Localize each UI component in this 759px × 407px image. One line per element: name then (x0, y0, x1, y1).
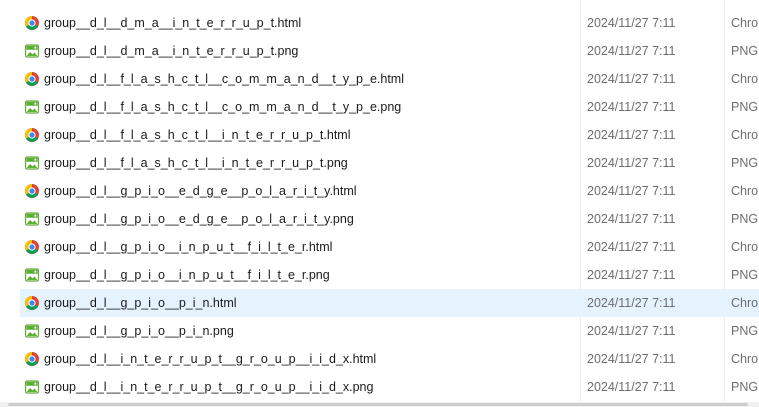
png-image-icon (24, 43, 40, 59)
file-type: Chro (731, 184, 759, 198)
file-list: group__d_l__d_m_a__i_n_t_e_r_r_u_p_t.htm… (0, 0, 759, 402)
file-type: PNG (731, 100, 759, 114)
file-name: group__d_l__g_p_i_o__i_n_p_u_t__f_i_l_t_… (44, 240, 333, 254)
file-name-cell[interactable]: group__d_l__g_p_i_o__i_n_p_u_t__f_i_l_t_… (24, 233, 332, 261)
file-row[interactable]: group__d_l__g_p_i_o__i_n_p_u_t__f_i_l_t_… (20, 261, 759, 289)
file-name: group__d_l__f_l_a_s_h_c_t_l__c_o_m_m_a_n… (44, 72, 404, 86)
file-name: group__d_l__i_n_t_e_r_r_u_p_t__g_r_o_u_p… (44, 352, 377, 366)
file-name-cell[interactable]: group__d_l__g_p_i_o__e_d_g_e__p_o_l_a_r_… (24, 177, 357, 205)
file-row[interactable]: group__d_l__d_m_a__i_n_t_e_r_r_u_p_t.htm… (20, 9, 759, 37)
file-type: PNG (731, 156, 759, 170)
file-name-cell[interactable]: group__d_l__i_n_t_e_r_r_u_p_t__g_r_o_u_p… (24, 345, 376, 373)
file-type: PNG (731, 380, 759, 394)
file-row[interactable]: group__d_l__i_n_t_e_r_r_u_p_t__g_r_o_u_p… (20, 373, 759, 401)
chrome-html-icon (24, 351, 40, 367)
file-row[interactable]: group__d_l__d_m_a__i_n_t_e_r_r_u_p_t.png… (20, 37, 759, 65)
file-row[interactable]: group__d_l__f_l_a_s_h_c_t_l__i_n_t_e_r_r… (20, 149, 759, 177)
file-type: Chro (731, 240, 759, 254)
file-name-cell[interactable]: group__d_l__d_m_a__i_n_t_e_r_r_u_p_t.png (24, 37, 298, 65)
file-type: Chro (731, 16, 759, 30)
file-row[interactable]: group__d_l__g_p_i_o__p_i_n.png 2024/11/2… (20, 317, 759, 345)
chrome-html-icon (24, 183, 40, 199)
file-date-modified: 2024/11/27 7:11 (587, 296, 676, 310)
file-name-cell[interactable]: group__d_l__g_p_i_o__p_i_n.png (24, 317, 234, 345)
file-type: Chro (731, 128, 759, 142)
file-type: Chro (731, 352, 759, 366)
file-row[interactable]: group__d_l__i_n_t_e_r_r_u_p_t__g_r_o_u_p… (20, 345, 759, 373)
scrollbar-thumb[interactable] (8, 403, 748, 406)
file-name: group__d_l__g_p_i_o__e_d_g_e__p_o_l_a_r_… (44, 184, 357, 198)
png-image-icon (24, 379, 40, 395)
file-date-modified: 2024/11/27 7:11 (587, 268, 676, 282)
file-name-cell[interactable]: group__d_l__f_l_a_s_h_c_t_l__c_o_m_m_a_n… (24, 93, 401, 121)
file-type: PNG (731, 324, 759, 338)
file-date-modified: 2024/11/27 7:11 (587, 352, 676, 366)
file-date-modified: 2024/11/27 7:11 (587, 16, 676, 30)
file-date-modified: 2024/11/27 7:11 (587, 212, 676, 226)
file-date-modified: 2024/11/27 7:11 (587, 72, 676, 86)
file-date-modified: 2024/11/27 7:11 (587, 100, 676, 114)
file-type: PNG (731, 212, 759, 226)
file-name-cell[interactable]: group__d_l__g_p_i_o__e_d_g_e__p_o_l_a_r_… (24, 205, 354, 233)
file-row[interactable]: group__d_l__g_p_i_o__i_n_p_u_t__f_i_l_t_… (20, 233, 759, 261)
file-name: group__d_l__g_p_i_o__p_i_n.png (44, 324, 234, 338)
file-row[interactable]: group__d_l__f_l_a_s_h_c_t_l__i_n_t_e_r_r… (20, 121, 759, 149)
file-name: group__d_l__g_p_i_o__p_i_n.html (44, 296, 237, 310)
file-date-modified: 2024/11/27 7:11 (587, 128, 676, 142)
file-name: group__d_l__i_n_t_e_r_r_u_p_t__g_r_o_u_p… (44, 380, 374, 394)
file-row[interactable]: group__d_l__g_p_i_o__p_i_n.html 2024/11/… (20, 289, 759, 317)
file-name-cell[interactable]: group__d_l__g_p_i_o__i_n_p_u_t__f_i_l_t_… (24, 261, 330, 289)
png-image-icon (24, 155, 40, 171)
file-name: group__d_l__f_l_a_s_h_c_t_l__i_n_t_e_r_r… (44, 128, 351, 142)
file-name: group__d_l__f_l_a_s_h_c_t_l__i_n_t_e_r_r… (44, 156, 348, 170)
chrome-html-icon (24, 127, 40, 143)
file-row[interactable]: group__d_l__g_p_i_o__e_d_g_e__p_o_l_a_r_… (20, 177, 759, 205)
chrome-html-icon (24, 295, 40, 311)
horizontal-scrollbar[interactable] (0, 402, 759, 407)
file-name: group__d_l__f_l_a_s_h_c_t_l__c_o_m_m_a_n… (44, 100, 402, 114)
file-row[interactable]: group__d_l__f_l_a_s_h_c_t_l__c_o_m_m_a_n… (20, 65, 759, 93)
file-row[interactable]: group__d_l__g_p_i_o__e_d_g_e__p_o_l_a_r_… (20, 205, 759, 233)
chrome-html-icon (24, 15, 40, 31)
file-name: group__d_l__d_m_a__i_n_t_e_r_r_u_p_t.png (44, 44, 299, 58)
chrome-html-icon (24, 239, 40, 255)
file-date-modified: 2024/11/27 7:11 (587, 324, 676, 338)
png-image-icon (24, 211, 40, 227)
file-name-cell[interactable]: group__d_l__f_l_a_s_h_c_t_l__i_n_t_e_r_r… (24, 121, 351, 149)
file-type: PNG (731, 44, 759, 58)
chrome-html-icon (24, 71, 40, 87)
file-date-modified: 2024/11/27 7:11 (587, 240, 676, 254)
file-type: Chro (731, 296, 759, 310)
file-name: group__d_l__d_m_a__i_n_t_e_r_r_u_p_t.htm… (44, 16, 302, 30)
file-date-modified: 2024/11/27 7:11 (587, 184, 676, 198)
file-name-cell[interactable]: group__d_l__g_p_i_o__p_i_n.html (24, 289, 237, 317)
file-name-cell[interactable]: group__d_l__f_l_a_s_h_c_t_l__i_n_t_e_r_r… (24, 149, 348, 177)
file-date-modified: 2024/11/27 7:11 (587, 44, 676, 58)
file-date-modified: 2024/11/27 7:11 (587, 156, 676, 170)
png-image-icon (24, 99, 40, 115)
png-image-icon (24, 323, 40, 339)
file-name-cell[interactable]: group__d_l__i_n_t_e_r_r_u_p_t__g_r_o_u_p… (24, 373, 373, 401)
file-name: group__d_l__g_p_i_o__i_n_p_u_t__f_i_l_t_… (44, 268, 330, 282)
file-name: group__d_l__g_p_i_o__e_d_g_e__p_o_l_a_r_… (44, 212, 354, 226)
file-date-modified: 2024/11/27 7:11 (587, 380, 676, 394)
file-row[interactable]: group__d_l__f_l_a_s_h_c_t_l__c_o_m_m_a_n… (20, 93, 759, 121)
file-name-cell[interactable]: group__d_l__f_l_a_s_h_c_t_l__c_o_m_m_a_n… (24, 65, 404, 93)
file-type: PNG (731, 268, 759, 282)
file-name-cell[interactable]: group__d_l__d_m_a__i_n_t_e_r_r_u_p_t.htm… (24, 9, 301, 37)
png-image-icon (24, 267, 40, 283)
file-type: Chro (731, 72, 759, 86)
